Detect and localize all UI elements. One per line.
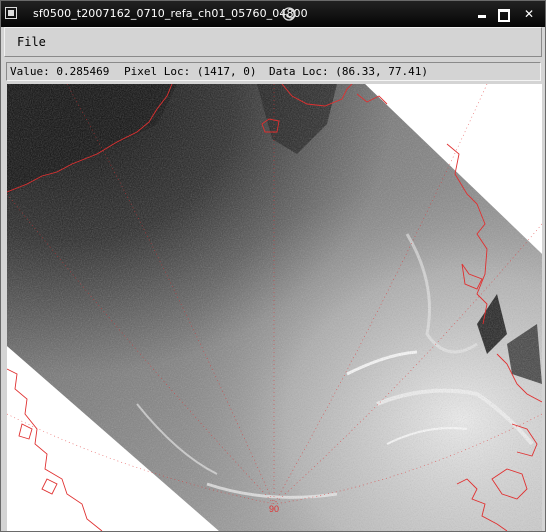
app-window: sf0500_t2007162_0710_refa_ch01_05760_048… [0, 0, 546, 532]
title-bar[interactable]: sf0500_t2007162_0710_refa_ch01_05760_048… [1, 1, 545, 27]
satellite-image[interactable]: 90 [7, 84, 542, 531]
window-menu-icon[interactable] [5, 7, 17, 19]
image-viewport[interactable]: 90 [7, 84, 542, 531]
value-readout: Value: 0.285469 [10, 65, 110, 78]
swirl-icon [282, 7, 296, 21]
data-location-readout: Data Loc: (86.33, 77.41) [269, 65, 428, 78]
maximize-icon[interactable] [496, 7, 512, 23]
menu-file[interactable]: File [17, 35, 46, 49]
close-icon[interactable]: ✕ [521, 7, 537, 23]
window-title: sf0500_t2007162_0710_refa_ch01_05760_048… [33, 7, 308, 20]
status-bar: Value: 0.285469 Pixel Loc: (1417, 0) Dat… [6, 62, 541, 81]
minimize-icon[interactable] [474, 7, 490, 23]
latitude-label: 90 [269, 504, 279, 514]
menu-bar: File [4, 27, 542, 57]
pixel-location-readout: Pixel Loc: (1417, 0) [124, 65, 257, 78]
